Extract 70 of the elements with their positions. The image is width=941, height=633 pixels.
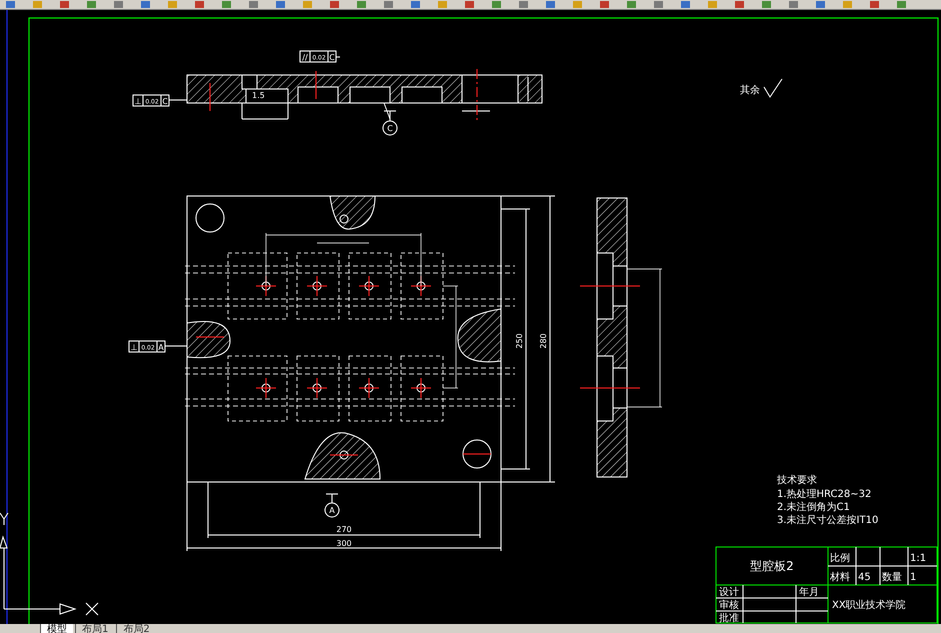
- tolerance-datum: A: [158, 343, 164, 352]
- note-line: 1.热处理HRC28~32: [777, 489, 872, 500]
- toolbar-icon[interactable]: [465, 1, 474, 8]
- toolbar-icon[interactable]: [141, 1, 150, 8]
- school-name: XX职业技术学院: [832, 600, 906, 611]
- toolbar-icon[interactable]: [357, 1, 366, 8]
- toolbar-icon[interactable]: [600, 1, 609, 8]
- toolbar-icon[interactable]: [789, 1, 798, 8]
- dimension-text: 1.5: [252, 91, 265, 100]
- toolbar-icon[interactable]: [222, 1, 231, 8]
- toolbar-icon[interactable]: [249, 1, 258, 8]
- roughness-symbol-icon: [764, 78, 782, 98]
- title-value: 1: [910, 572, 916, 583]
- toolbar-icon[interactable]: [681, 1, 690, 8]
- ucs-axis-icon: [0, 512, 98, 616]
- toolbar-icon[interactable]: [384, 1, 393, 8]
- toolbar-icon[interactable]: [762, 1, 771, 8]
- toolbar-icon[interactable]: [168, 1, 177, 8]
- toolbar-icon[interactable]: [276, 1, 285, 8]
- note-line: 3.未注尺寸公差按IT10: [777, 515, 878, 526]
- toolbar-icon[interactable]: [492, 1, 501, 8]
- toolbar-icon[interactable]: [546, 1, 555, 8]
- note-line: 2.未注倒角为C1: [777, 502, 850, 513]
- toolbar-icon[interactable]: [708, 1, 717, 8]
- roughness-note: 其余: [740, 85, 760, 96]
- datum-letter: C: [387, 124, 393, 133]
- toolbar-icon[interactable]: [6, 1, 15, 8]
- title-value: 45: [858, 572, 871, 583]
- toolbar-icon[interactable]: [627, 1, 636, 8]
- title-value: 1:1: [910, 553, 926, 564]
- toolbar-icon[interactable]: [843, 1, 852, 8]
- title-label: 比例: [830, 553, 850, 564]
- toolbar-icon[interactable]: [60, 1, 69, 8]
- layout-tab[interactable]: 模型: [40, 624, 73, 633]
- toolbar-icon[interactable]: [519, 1, 528, 8]
- title-label: 材料: [830, 572, 850, 583]
- toolbar-icon[interactable]: [573, 1, 582, 8]
- tolerance-frame: [300, 50, 336, 62]
- tolerance-symbol: ⊥: [130, 343, 138, 352]
- title-label: 年月: [799, 587, 819, 598]
- toolbar-icon[interactable]: [195, 1, 204, 8]
- toolbar-icon[interactable]: [114, 1, 123, 8]
- toolbar-icon[interactable]: [870, 1, 879, 8]
- title-label: 审核: [719, 600, 739, 611]
- notes-title: 技术要求: [777, 475, 817, 486]
- dimension-text: 280: [539, 333, 548, 349]
- tolerance-symbol: //: [302, 53, 308, 62]
- toolbar-icon[interactable]: [438, 1, 447, 8]
- dimension-text: 250: [515, 333, 524, 349]
- toolbar-icon[interactable]: [87, 1, 96, 8]
- datum-symbol: [324, 494, 340, 518]
- tolerance-symbol: ⊥: [134, 97, 142, 106]
- dimension-text: 300: [336, 539, 352, 548]
- toolbar-icon[interactable]: [330, 1, 339, 8]
- datum-symbol: [382, 110, 398, 136]
- toolbar-icon[interactable]: [816, 1, 825, 8]
- datum-letter: A: [329, 506, 335, 515]
- part-name: 型腔板2: [750, 559, 794, 573]
- title-label: 批准: [719, 613, 739, 624]
- toolbar-icon[interactable]: [33, 1, 42, 8]
- tolerance-datum: C: [162, 97, 168, 106]
- toolbar-icon[interactable]: [411, 1, 420, 8]
- toolbar-icon[interactable]: [735, 1, 744, 8]
- title-label: 设计: [719, 587, 739, 598]
- toolbar-icon[interactable]: [654, 1, 663, 8]
- dimension-text: 270: [336, 525, 352, 534]
- toolbar-icon[interactable]: [303, 1, 312, 8]
- title-label: 数量: [882, 572, 902, 583]
- toolbar-icon[interactable]: [897, 1, 906, 8]
- tolerance-datum: C: [329, 53, 335, 62]
